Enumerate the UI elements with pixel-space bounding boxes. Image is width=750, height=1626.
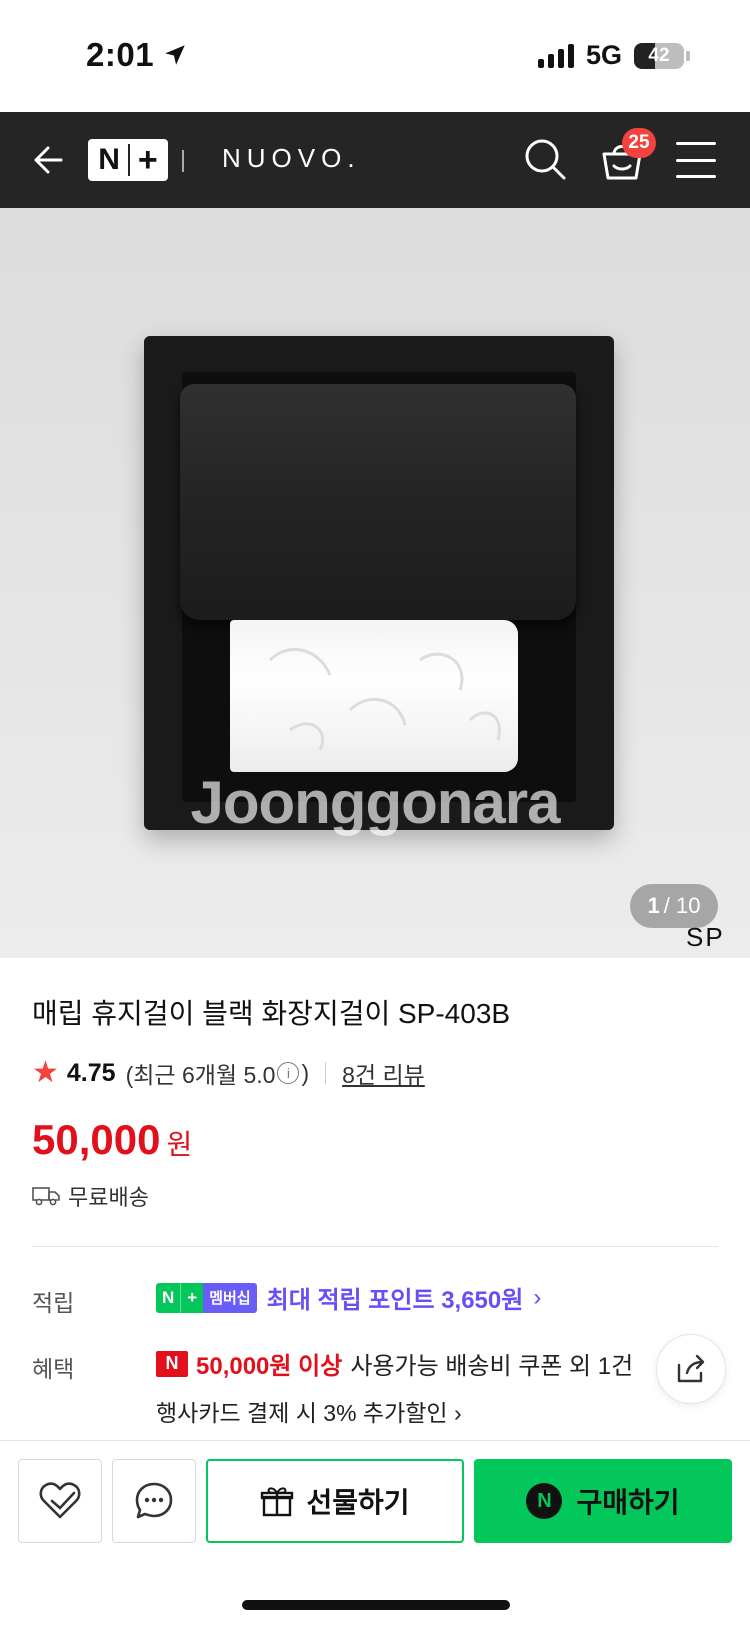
logo-plus: + (137, 141, 158, 179)
status-time: 2:01 (86, 36, 188, 74)
store-name[interactable]: NUOVO. (222, 143, 361, 174)
status-time-text: 2:01 (86, 36, 155, 73)
menu-icon-line-2 (676, 158, 716, 162)
image-brand-mark: SP (686, 922, 725, 952)
home-indicator[interactable] (242, 1600, 510, 1610)
battery-icon: 42 (634, 42, 690, 69)
battery-tip (686, 50, 690, 61)
wishlist-button[interactable] (18, 1459, 102, 1543)
bottom-action-bar: 선물하기 N 구매하기 (0, 1440, 750, 1626)
gift-button[interactable]: 선물하기 (206, 1459, 464, 1543)
recent-rating-close: ) (301, 1059, 310, 1086)
cart-count-badge: 25 (622, 128, 656, 158)
benefit-label: 혜택 (32, 1356, 75, 1382)
naver-n-badge: N (156, 1350, 188, 1377)
tissue-roll (230, 620, 518, 772)
product-title: 매립 휴지걸이 블랙 화장지걸이 SP-403B (32, 998, 511, 1029)
logo-separator (127, 144, 130, 176)
points-label: 적립 (32, 1290, 75, 1316)
holder-flap (180, 384, 576, 620)
gift-button-label: 선물하기 (306, 1487, 410, 1518)
chat-bubble-icon (135, 1482, 173, 1519)
menu-icon-line-1 (676, 142, 716, 145)
cellular-signal-icon (537, 43, 574, 68)
image-page-current: 1 (647, 893, 660, 918)
share-icon (677, 1354, 705, 1383)
back-arrow-icon (34, 146, 63, 174)
watermark-text: Joonggonara (190, 769, 560, 836)
naver-plus-store-logo[interactable]: N + (88, 139, 168, 181)
status-bar: 2:01 5G 42 (0, 0, 750, 112)
info-icon[interactable]: i (277, 1062, 300, 1084)
price-value: 50,000 (32, 1116, 161, 1163)
review-count-link[interactable]: 8건 리뷰 (342, 1056, 425, 1090)
store-header: N + NUOVO. 25 (0, 112, 750, 208)
price-row: 50,000 원 (32, 1116, 192, 1164)
star-icon: ★ (32, 1056, 59, 1089)
delivery-row: 무료배송 (32, 1180, 149, 1212)
section-divider (32, 1246, 718, 1247)
share-button[interactable] (656, 1334, 726, 1404)
search-button[interactable] (522, 136, 568, 182)
battery-level: 42 (648, 44, 670, 66)
price-currency: 원 (166, 1129, 193, 1160)
card-discount-link[interactable]: 행사카드 결제 시 3% 추가할인 › (156, 1394, 462, 1428)
membership-badge-n: N (156, 1282, 181, 1313)
recent-rating: (최근 6개월 5.0 (125, 1062, 276, 1088)
benefit-highlight: 50,000원 이상 (196, 1353, 343, 1380)
delivery-text: 무료배송 (68, 1185, 149, 1210)
product-image-carousel[interactable]: Joonggonara 1 / 10 SP (0, 208, 750, 958)
status-indicators: 5G 42 (537, 40, 690, 71)
card-discount-text: 행사카드 결제 시 3% 추가할인 (156, 1400, 448, 1426)
rating-value: 4.75 (66, 1058, 116, 1087)
menu-icon-line-3 (676, 175, 716, 178)
membership-badge-label: 멤버십 (203, 1282, 257, 1313)
talk-button[interactable] (112, 1459, 196, 1543)
location-arrow-icon (165, 45, 185, 65)
logo-n: N (98, 143, 120, 176)
naver-pay-icon: N (526, 1483, 563, 1519)
benefit-coupon-row[interactable]: N 50,000원 이상 사용가능 배송비 쿠폰 외 1건 (156, 1346, 633, 1381)
battery-body: 42 (634, 42, 684, 69)
brand-divider (182, 150, 184, 172)
search-icon (525, 139, 566, 180)
tissue-emboss-pattern (268, 647, 501, 751)
chevron-right-icon: › (533, 1283, 542, 1311)
heart-icon (39, 1482, 81, 1519)
membership-badge-plus: + (180, 1282, 204, 1313)
image-page-total: / 10 (663, 893, 701, 918)
rating-divider (325, 1062, 327, 1084)
points-row[interactable]: N + 멤버십 최대 적립 포인트 3,650원 › (156, 1280, 541, 1315)
network-type: 5G (585, 40, 622, 70)
rating-row: ★ 4.75 (최근 6개월 5.0 i ) 8건 리뷰 (32, 1056, 425, 1090)
chevron-right-icon: › (453, 1400, 462, 1426)
delivery-truck-icon (32, 1187, 60, 1206)
buy-button-label: 구매하기 (576, 1487, 680, 1518)
menu-button[interactable] (676, 142, 716, 178)
back-button[interactable] (26, 138, 66, 182)
naver-plus-membership-badge: N + 멤버십 (156, 1282, 257, 1313)
toilet-paper-holder-image (144, 336, 614, 830)
buy-button[interactable]: N 구매하기 (474, 1459, 732, 1543)
benefit-text: 사용가능 배송비 쿠폰 외 1건 (350, 1353, 634, 1380)
gift-icon (261, 1487, 294, 1517)
points-text: 최대 적립 포인트 3,650원 (266, 1287, 524, 1314)
